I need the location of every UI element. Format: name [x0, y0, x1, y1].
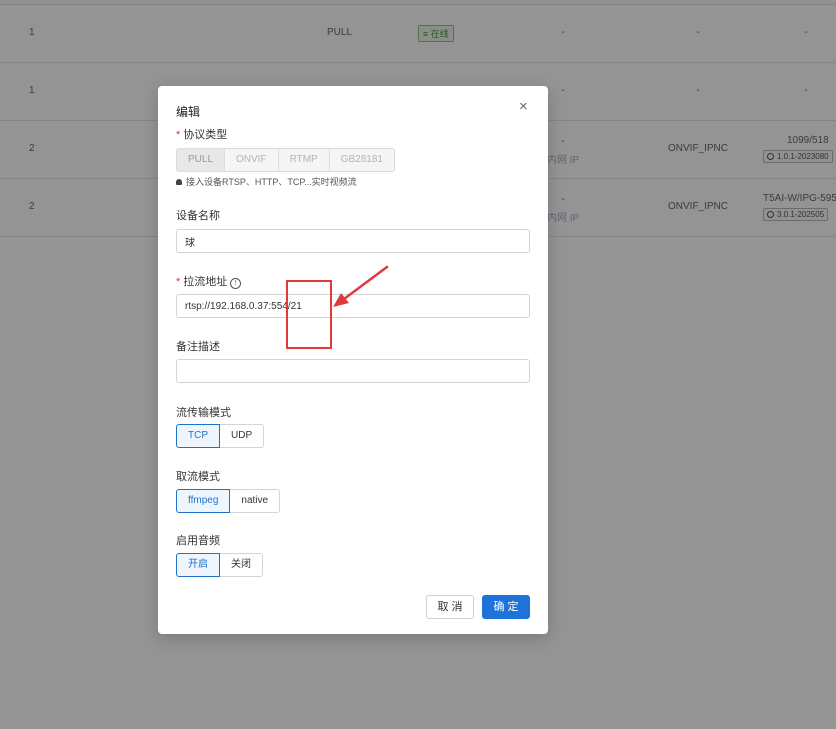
annotation-highlight-box: [286, 280, 332, 349]
protocol-hint: 接入设备RTSP、HTTP、TCP...实时视频流: [176, 175, 357, 188]
info-icon[interactable]: !: [230, 278, 242, 289]
transport-selector[interactable]: TCP UDP: [176, 424, 265, 448]
fetch-mode-option-native[interactable]: native: [229, 489, 281, 513]
fetch-mode-selector[interactable]: ffmpeg native: [176, 489, 281, 513]
protocol-option-gb28181[interactable]: GB28181: [328, 148, 395, 172]
remark-label: 备注描述: [176, 341, 220, 353]
audio-option-off[interactable]: 关闭: [219, 553, 263, 577]
edit-dialog: 编辑 × * 协议类型 PULL ONVIF RTMP GB28181 接入设备R…: [158, 86, 548, 634]
required-mark: *: [176, 129, 181, 141]
device-name-label: 设备名称: [176, 210, 220, 222]
fetch-mode-option-ffmpeg[interactable]: ffmpeg: [176, 489, 231, 513]
confirm-button[interactable]: 确 定: [482, 595, 530, 619]
close-icon[interactable]: ×: [519, 98, 528, 115]
annotation-arrow-icon: [333, 265, 389, 307]
protocol-selector[interactable]: PULL ONVIF RTMP GB28181: [176, 148, 395, 172]
required-mark: *: [176, 276, 181, 288]
fetch-mode-label: 取流模式: [176, 471, 220, 483]
transport-label: 流传输模式: [176, 407, 231, 419]
audio-selector[interactable]: 开启 关闭: [176, 553, 263, 577]
dialog-title: 编辑: [176, 105, 201, 119]
cancel-button[interactable]: 取 消: [426, 595, 474, 619]
remark-input[interactable]: [176, 359, 530, 383]
audio-option-on[interactable]: 开启: [176, 553, 220, 577]
protocol-option-rtmp[interactable]: RTMP: [277, 148, 330, 172]
bell-icon: [176, 179, 182, 185]
protocol-option-onvif[interactable]: ONVIF: [224, 148, 279, 172]
transport-option-tcp[interactable]: TCP: [176, 424, 220, 448]
protocol-option-pull[interactable]: PULL: [176, 148, 226, 172]
pull-url-label: * 拉流地址!: [176, 273, 242, 289]
transport-option-udp[interactable]: UDP: [219, 424, 265, 448]
device-name-input[interactable]: [176, 229, 530, 253]
protocol-label: * 协议类型: [176, 129, 228, 141]
audio-label: 启用音频: [176, 535, 220, 547]
